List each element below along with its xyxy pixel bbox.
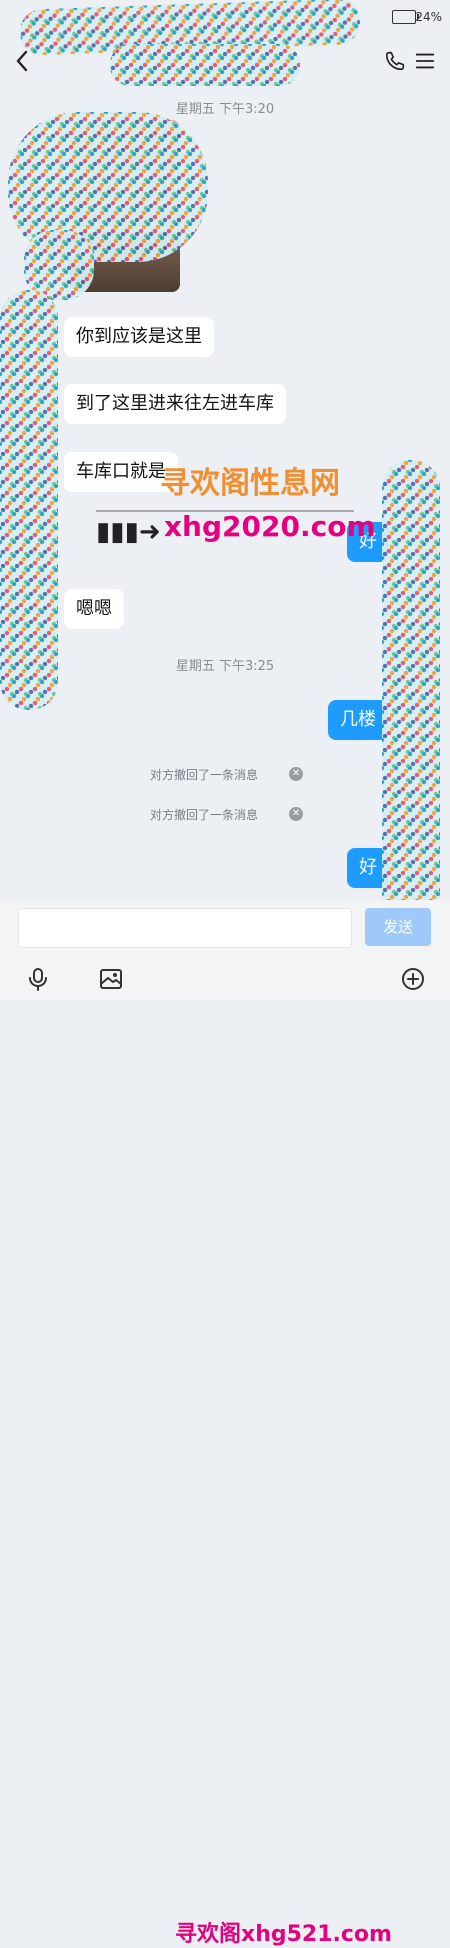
recall-notice: 对方撤回了一条消息: [150, 808, 259, 822]
message-received[interactable]: 你到应该是这里: [64, 317, 214, 357]
close-icon[interactable]: ✕: [289, 807, 303, 821]
arrow-right-icon: ▮▮▮➜: [96, 517, 161, 547]
microphone-icon[interactable]: [25, 966, 51, 992]
input-toolbar: 寻欢阁xhg521.com: [0, 960, 450, 1947]
send-button[interactable]: 发送: [365, 908, 431, 946]
watermark-text: 寻欢阁性息网: [160, 466, 340, 501]
recall-notice: 对方撤回了一条消息: [150, 768, 259, 782]
redaction-scribble: [382, 460, 440, 920]
phone-icon[interactable]: [384, 50, 406, 72]
redaction-scribble: [0, 290, 58, 710]
watermark-text: 寻欢阁xhg521.com: [175, 1922, 392, 1947]
battery-level: 24%: [415, 10, 442, 24]
message-input[interactable]: [18, 908, 352, 948]
composer-bar: 发送: [0, 900, 450, 960]
message-received[interactable]: 到了这里进来往左进车库: [64, 384, 286, 424]
plus-icon[interactable]: [400, 966, 426, 992]
battery-icon: [392, 10, 419, 24]
watermark-text: xhg2020.com: [164, 510, 376, 543]
image-icon[interactable]: [98, 966, 124, 992]
message-received[interactable]: 嗯嗯: [64, 589, 124, 629]
hamburger-icon[interactable]: [414, 50, 436, 72]
message-sent[interactable]: 几楼: [328, 700, 388, 740]
close-icon[interactable]: ✕: [289, 767, 303, 781]
redaction-scribble: [110, 44, 300, 86]
